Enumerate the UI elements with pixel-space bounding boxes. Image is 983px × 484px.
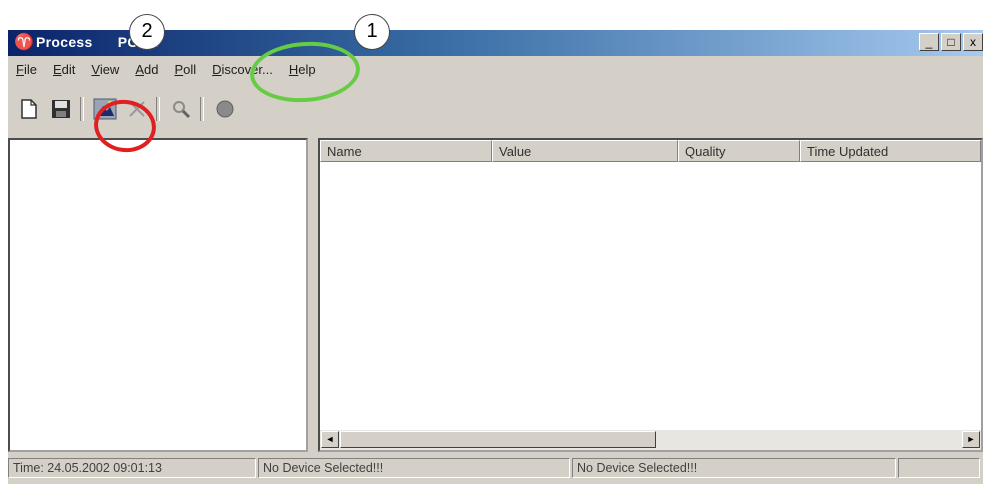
search-icon (173, 101, 191, 119)
new-icon (21, 99, 37, 119)
toolbar-separator (80, 97, 84, 121)
column-header-quality[interactable]: Quality (678, 140, 800, 162)
window-controls: _ □ x (919, 33, 983, 51)
column-header-time-updated[interactable]: Time Updated (800, 140, 981, 162)
app-icon: ♈ (14, 34, 34, 51)
callout-1: 1 (354, 14, 390, 50)
column-header-name[interactable]: Name (320, 140, 492, 162)
device-tree-pane[interactable] (8, 138, 308, 452)
new-button[interactable] (16, 96, 42, 122)
scroll-thumb[interactable] (340, 431, 656, 448)
minimize-button[interactable]: _ (919, 33, 939, 51)
record-icon (216, 100, 234, 118)
toolbar-separator (200, 97, 204, 121)
scroll-right-button[interactable]: ► (962, 431, 980, 448)
menu-view[interactable]: View (83, 62, 127, 77)
item-list-pane[interactable]: Name Value Quality Time Updated ◄ ► (318, 138, 983, 452)
list-header: Name Value Quality Time Updated (320, 140, 981, 162)
maximize-button[interactable]: □ (941, 33, 961, 51)
status-resize-grip[interactable] (898, 458, 980, 478)
column-header-value[interactable]: Value (492, 140, 678, 162)
record-button[interactable] (212, 96, 238, 122)
status-device-2: No Device Selected!!! (572, 458, 896, 478)
menu-edit[interactable]: Edit (45, 62, 83, 77)
status-device-1: No Device Selected!!! (258, 458, 570, 478)
toolbar-separator (156, 97, 160, 121)
status-time: Time: 24.05.2002 09:01:13 (8, 458, 256, 478)
menu-file[interactable]: File (8, 62, 45, 77)
scroll-left-button[interactable]: ◄ (321, 431, 339, 448)
search-button[interactable] (168, 96, 194, 122)
menu-poll[interactable]: Poll (166, 62, 204, 77)
menu-add[interactable]: Add (127, 62, 166, 77)
save-icon (52, 100, 70, 118)
close-button[interactable]: x (963, 33, 983, 51)
save-button[interactable] (48, 96, 74, 122)
application-window: ♈ Process PCDA _ □ x File Edit View Add … (8, 30, 983, 484)
callout-2: 2 (129, 14, 165, 50)
status-bar: Time: 24.05.2002 09:01:13 No Device Sele… (8, 456, 983, 480)
menu-bar: File Edit View Add Poll Discover... Help (8, 58, 983, 80)
horizontal-scrollbar[interactable]: ◄ ► (320, 430, 981, 450)
